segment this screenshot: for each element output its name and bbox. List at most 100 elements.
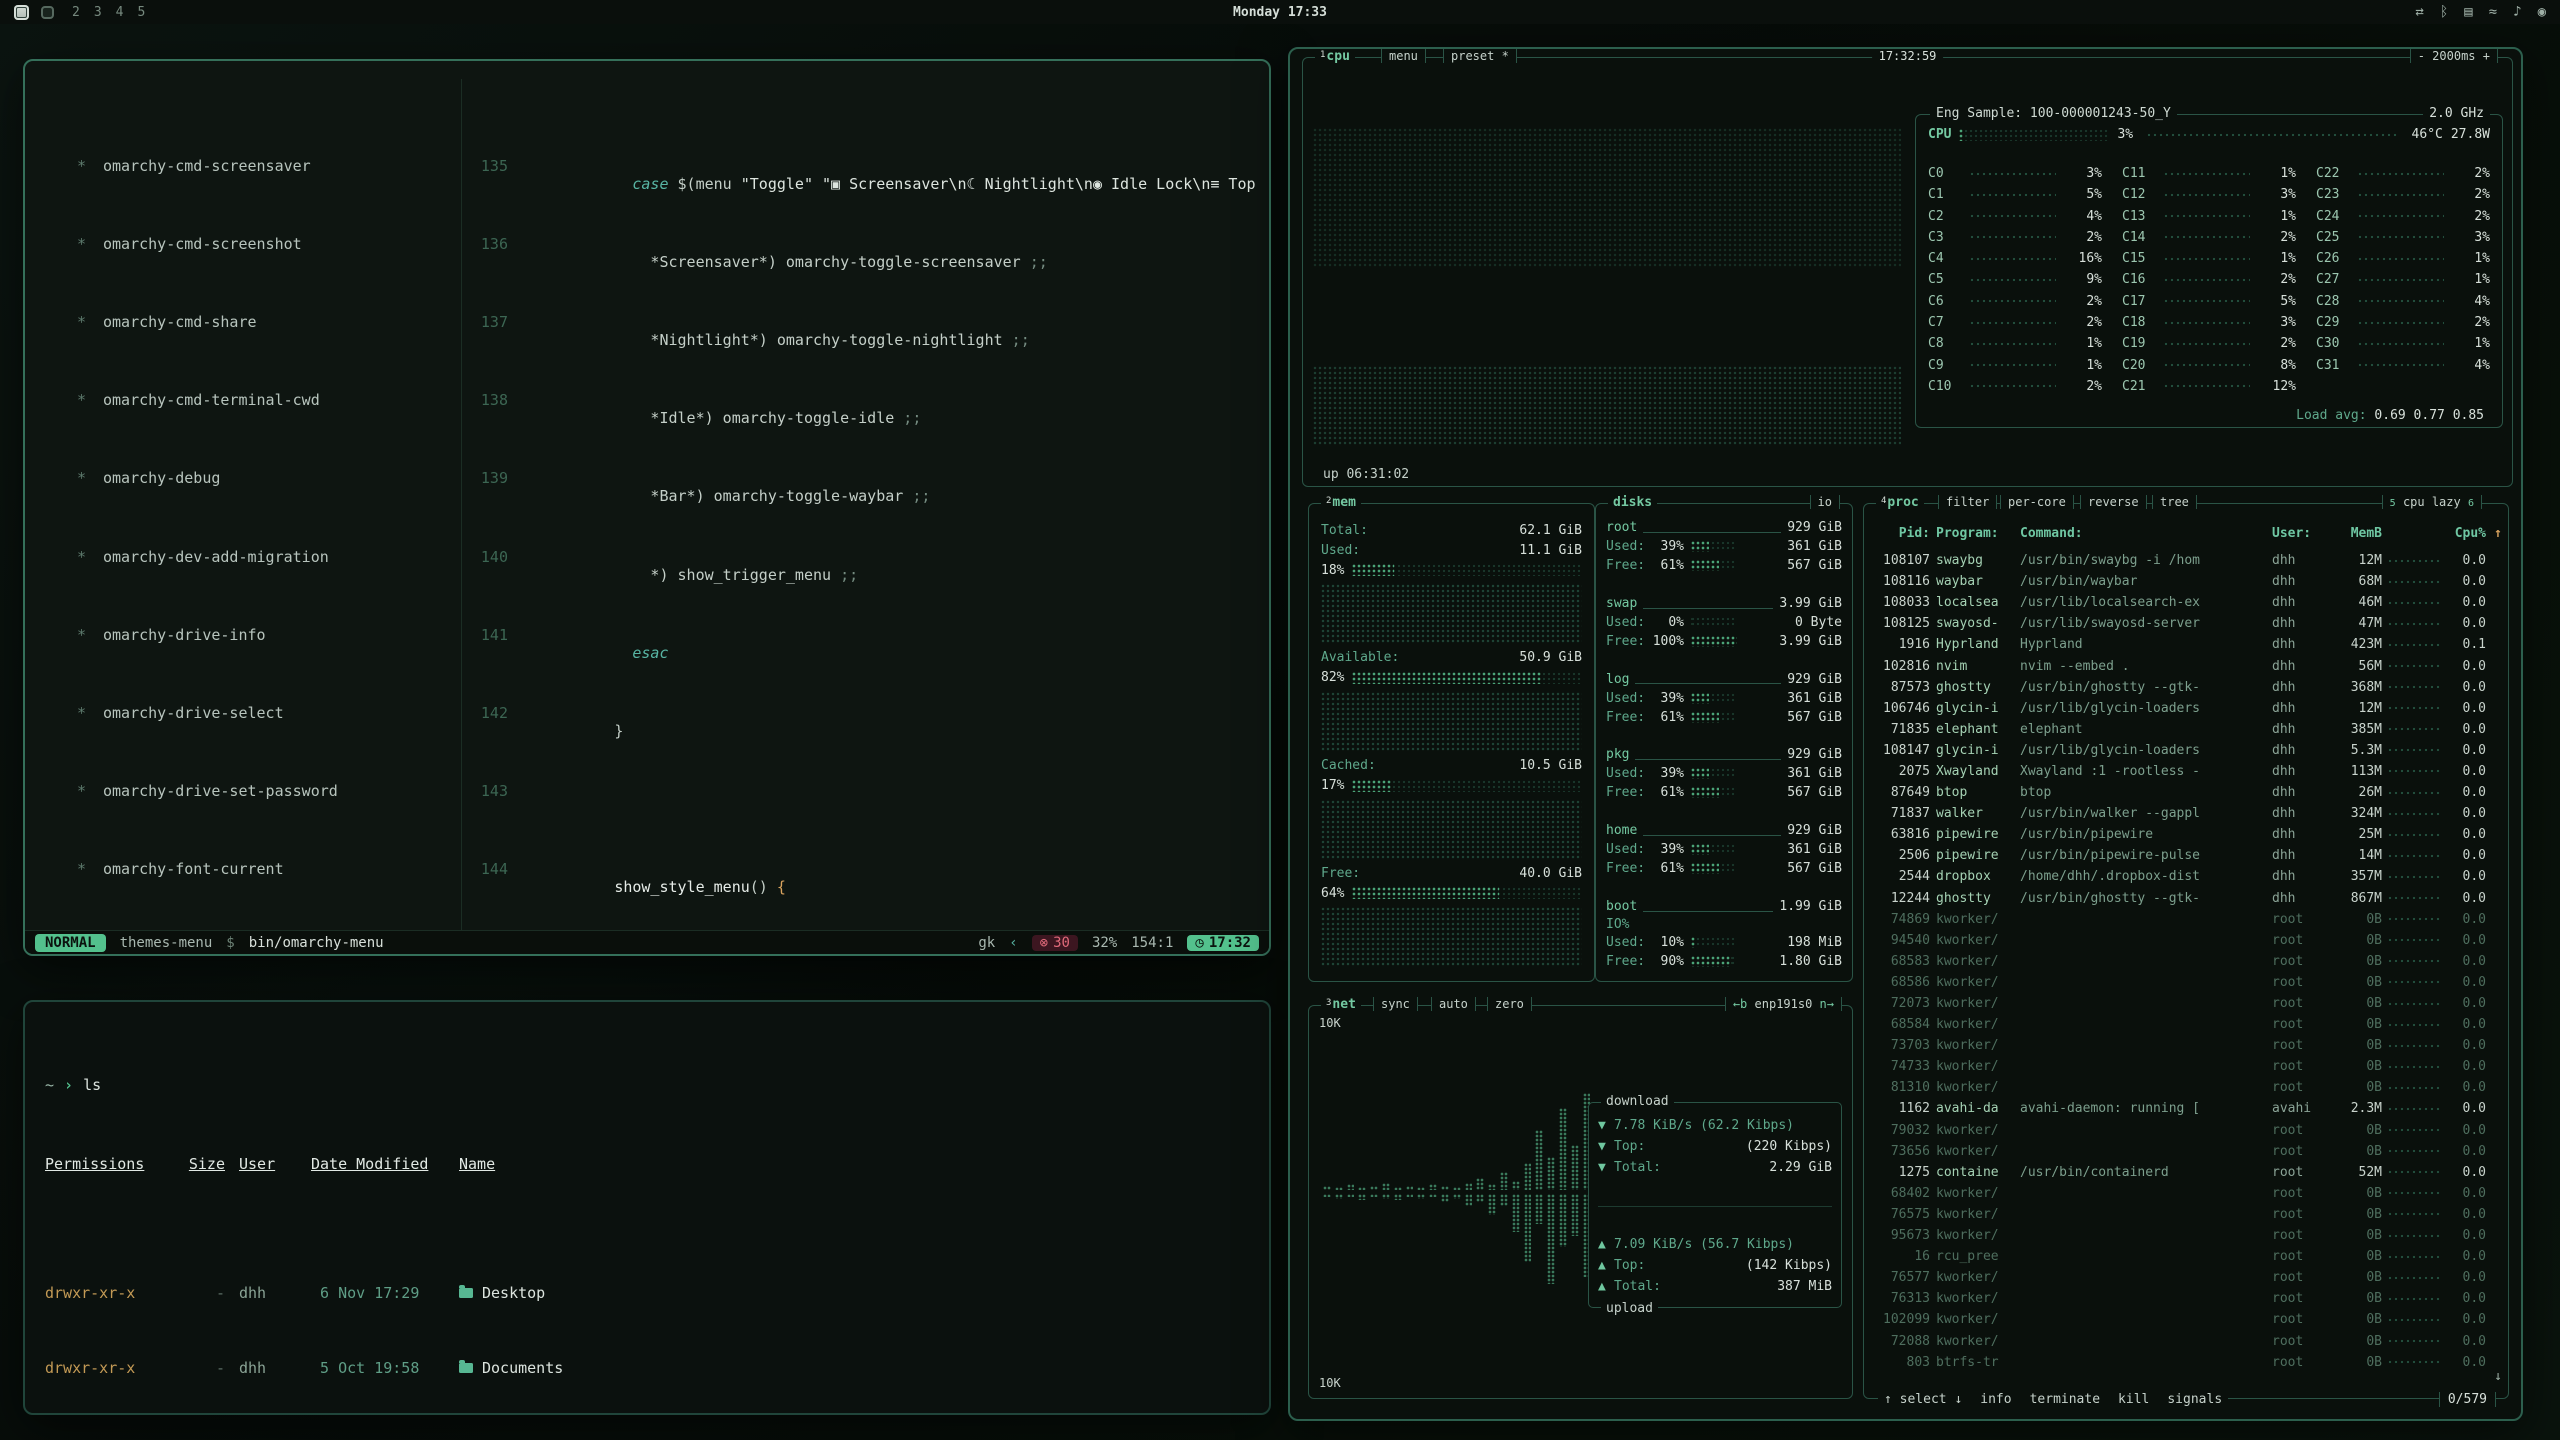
interval-minus-button[interactable]: - xyxy=(2418,49,2425,63)
process-action-button[interactable]: terminate xyxy=(2030,1392,2100,1407)
process-row[interactable]: 108033 localsea /usr/lib/localsearch-ex … xyxy=(1874,592,2486,613)
file-tree-item[interactable]: * omarchy-drive-set-password xyxy=(25,781,461,802)
network-panel-title[interactable]: 3 net xyxy=(1321,997,1361,1012)
process-row[interactable]: 1916 Hyprland Hyprland dhh 423M 0.1 xyxy=(1874,634,2486,655)
col-command[interactable]: Command: xyxy=(2020,526,2266,541)
process-row[interactable]: 76313 kworker/ root 0B 0.0 xyxy=(1874,1288,2486,1309)
process-row[interactable]: 95673 kworker/ root 0B 0.0 xyxy=(1874,1225,2486,1246)
update-interval[interactable]: - 2000ms + xyxy=(2410,49,2498,63)
code-area[interactable]: 135 case $(menu "Toggle" "▣ Screensaver\… xyxy=(462,79,1269,930)
process-row[interactable]: 94540 kworker/ root 0B 0.0 xyxy=(1874,930,2486,951)
process-row[interactable]: 63816 pipewire /usr/bin/pipewire dhh 25M… xyxy=(1874,824,2486,845)
file-tree-item[interactable]: * omarchy-drive-select xyxy=(25,702,461,723)
process-row[interactable]: 108147 glycin-i /usr/lib/glycin-loaders … xyxy=(1874,740,2486,761)
process-panel-title[interactable]: 4 proc xyxy=(1876,495,1924,510)
process-row[interactable]: 71837 walker /usr/bin/walker --gappl dhh… xyxy=(1874,803,2486,824)
process-row[interactable]: 81310 kworker/ root 0B 0.0 xyxy=(1874,1077,2486,1098)
next-iface-key[interactable]: n→ xyxy=(1820,997,1834,1011)
col-mem[interactable]: MemB xyxy=(2332,526,2382,541)
file-tree-item[interactable]: * omarchy-debug xyxy=(25,468,461,489)
workspace-number[interactable]: 3 xyxy=(94,5,102,20)
process-row[interactable]: 73656 kworker/ root 0B 0.0 xyxy=(1874,1141,2486,1162)
workspace-icon[interactable] xyxy=(41,6,54,19)
prev-iface-key[interactable]: ←b xyxy=(1733,997,1747,1011)
col-program[interactable]: Program: xyxy=(1936,526,2014,541)
process-row[interactable]: 79032 kworker/ root 0B 0.0 xyxy=(1874,1120,2486,1141)
process-row[interactable]: 1162 avahi-da avahi-daemon: running [ av… xyxy=(1874,1098,2486,1119)
process-row[interactable]: 2506 pipewire /usr/bin/pipewire-pulse dh… xyxy=(1874,845,2486,866)
process-action-button[interactable]: info xyxy=(1980,1392,2011,1407)
memory-panel-title[interactable]: 2 mem xyxy=(1321,495,1361,510)
tray-icon[interactable]: ◉ xyxy=(2538,4,2546,20)
col-pid[interactable]: Pid: xyxy=(1874,526,1930,541)
interval-plus-button[interactable]: + xyxy=(2483,49,2490,63)
process-row[interactable]: 74869 kworker/ root 0B 0.0 xyxy=(1874,909,2486,930)
process-row[interactable]: 76575 kworker/ root 0B 0.0 xyxy=(1874,1204,2486,1225)
file-tree-item[interactable]: * omarchy-cmd-terminal-cwd xyxy=(25,390,461,411)
disks-panel-title[interactable]: disks xyxy=(1608,495,1657,510)
menu-button[interactable]: menu xyxy=(1381,49,1426,63)
zero-tab[interactable]: zero xyxy=(1487,997,1532,1011)
process-row[interactable]: 87649 btop btop dhh 26M 0.0 xyxy=(1874,782,2486,803)
tray-icon[interactable]: ♪ xyxy=(2513,4,2521,20)
process-row[interactable]: 2544 dropbox /home/dhh/.dropbox-dist dhh… xyxy=(1874,866,2486,887)
process-row[interactable]: 106746 glycin-i /usr/lib/glycin-loaders … xyxy=(1874,698,2486,719)
sort-direction-icon[interactable]: ↑ xyxy=(2494,526,2502,541)
scroll-down-icon[interactable]: ↓ xyxy=(2494,1369,2502,1384)
interface-selector[interactable]: ←b enp191s0 n→ xyxy=(1725,997,1842,1011)
process-row[interactable]: 74733 kworker/ root 0B 0.0 xyxy=(1874,1056,2486,1077)
preset-button[interactable]: preset * xyxy=(1443,49,1517,63)
process-action-button[interactable]: signals xyxy=(2167,1392,2222,1407)
diagnostics-badge[interactable]: ⊗ 30 xyxy=(1032,935,1078,951)
process-row[interactable]: 68584 kworker/ root 0B 0.0 xyxy=(1874,1014,2486,1035)
reverse-tab[interactable]: reverse xyxy=(2080,495,2147,509)
terminal-output[interactable]: ~ › ls Permissions Size User Date Modifi… xyxy=(25,1002,1269,1415)
workspace-number[interactable]: 4 xyxy=(116,5,124,20)
col-cpu[interactable]: Cpu% xyxy=(2446,526,2486,541)
sort-mode-selector[interactable]: 5 cpu lazy 6 xyxy=(2382,495,2482,509)
process-row[interactable]: 108116 waybar /usr/bin/waybar dhh 68M 0.… xyxy=(1874,571,2486,592)
process-row[interactable]: 108125 swayosd- /usr/lib/swayosd-server … xyxy=(1874,613,2486,634)
workspace-number[interactable]: 5 xyxy=(137,5,145,20)
prev-sort-key[interactable]: 5 xyxy=(2390,498,2396,509)
process-row[interactable]: 12244 ghostty /usr/bin/ghostty --gtk- dh… xyxy=(1874,888,2486,909)
tree-tab[interactable]: tree xyxy=(2152,495,2197,509)
process-row[interactable]: 68583 kworker/ root 0B 0.0 xyxy=(1874,951,2486,972)
sync-tab[interactable]: sync xyxy=(1373,997,1418,1011)
process-row[interactable]: 108107 swaybg /usr/bin/swaybg -i /hom dh… xyxy=(1874,550,2486,571)
io-mode-tab[interactable]: io xyxy=(1810,495,1840,509)
process-action-button[interactable]: kill xyxy=(2118,1392,2149,1407)
file-tree-item[interactable]: * omarchy-cmd-screenshot xyxy=(25,233,461,254)
process-row[interactable]: 73703 kworker/ root 0B 0.0 xyxy=(1874,1035,2486,1056)
per-core-tab[interactable]: per-core xyxy=(2000,495,2074,509)
file-tree-item[interactable]: * omarchy-drive-info xyxy=(25,624,461,645)
file-tree-item[interactable]: * omarchy-dev-add-migration xyxy=(25,546,461,567)
process-row[interactable]: 1275 containe /usr/bin/containerd root 5… xyxy=(1874,1162,2486,1183)
tray-icon[interactable]: ⇄ xyxy=(2415,4,2423,20)
tray-icon[interactable]: ᛒ xyxy=(2440,4,2448,20)
process-row[interactable]: 803 btrfs-tr root 0B 0.0 xyxy=(1874,1352,2486,1373)
filter-tab[interactable]: filter xyxy=(1938,495,1997,509)
process-row[interactable]: 102816 nvim nvim --embed . dhh 56M 0.0 xyxy=(1874,655,2486,676)
process-row[interactable]: 72088 kworker/ root 0B 0.0 xyxy=(1874,1330,2486,1351)
tray-icon[interactable]: ≈ xyxy=(2489,4,2497,20)
tray-icon[interactable]: ▤ xyxy=(2464,4,2472,20)
workspace-number[interactable]: 2 xyxy=(72,5,80,20)
cpu-panel-title[interactable]: 1 cpu xyxy=(1315,49,1355,64)
process-row[interactable]: 76577 kworker/ root 0B 0.0 xyxy=(1874,1267,2486,1288)
process-row[interactable]: 2075 Xwayland Xwayland :1 -rootless - dh… xyxy=(1874,761,2486,782)
omarchy-logo-icon[interactable] xyxy=(14,5,29,20)
process-row[interactable]: 71835 elephant elephant dhh 385M 0.0 xyxy=(1874,719,2486,740)
process-action-button[interactable]: ↑ select ↓ xyxy=(1884,1392,1962,1407)
process-row[interactable]: 72073 kworker/ root 0B 0.0 xyxy=(1874,993,2486,1014)
file-tree-item[interactable]: * omarchy-cmd-share xyxy=(25,311,461,332)
process-row[interactable]: 16 rcu_pree root 0B 0.0 xyxy=(1874,1246,2486,1267)
file-tree-item[interactable]: * omarchy-font-current xyxy=(25,859,461,880)
process-row[interactable]: 87573 ghostty /usr/bin/ghostty --gtk- dh… xyxy=(1874,677,2486,698)
process-row[interactable]: 68586 kworker/ root 0B 0.0 xyxy=(1874,972,2486,993)
process-row[interactable]: 68402 kworker/ root 0B 0.0 xyxy=(1874,1183,2486,1204)
auto-tab[interactable]: auto xyxy=(1431,997,1476,1011)
next-sort-key[interactable]: 6 xyxy=(2468,498,2474,509)
col-user[interactable]: User: xyxy=(2272,526,2326,541)
file-tree-item[interactable]: * omarchy-cmd-screensaver xyxy=(25,155,461,176)
